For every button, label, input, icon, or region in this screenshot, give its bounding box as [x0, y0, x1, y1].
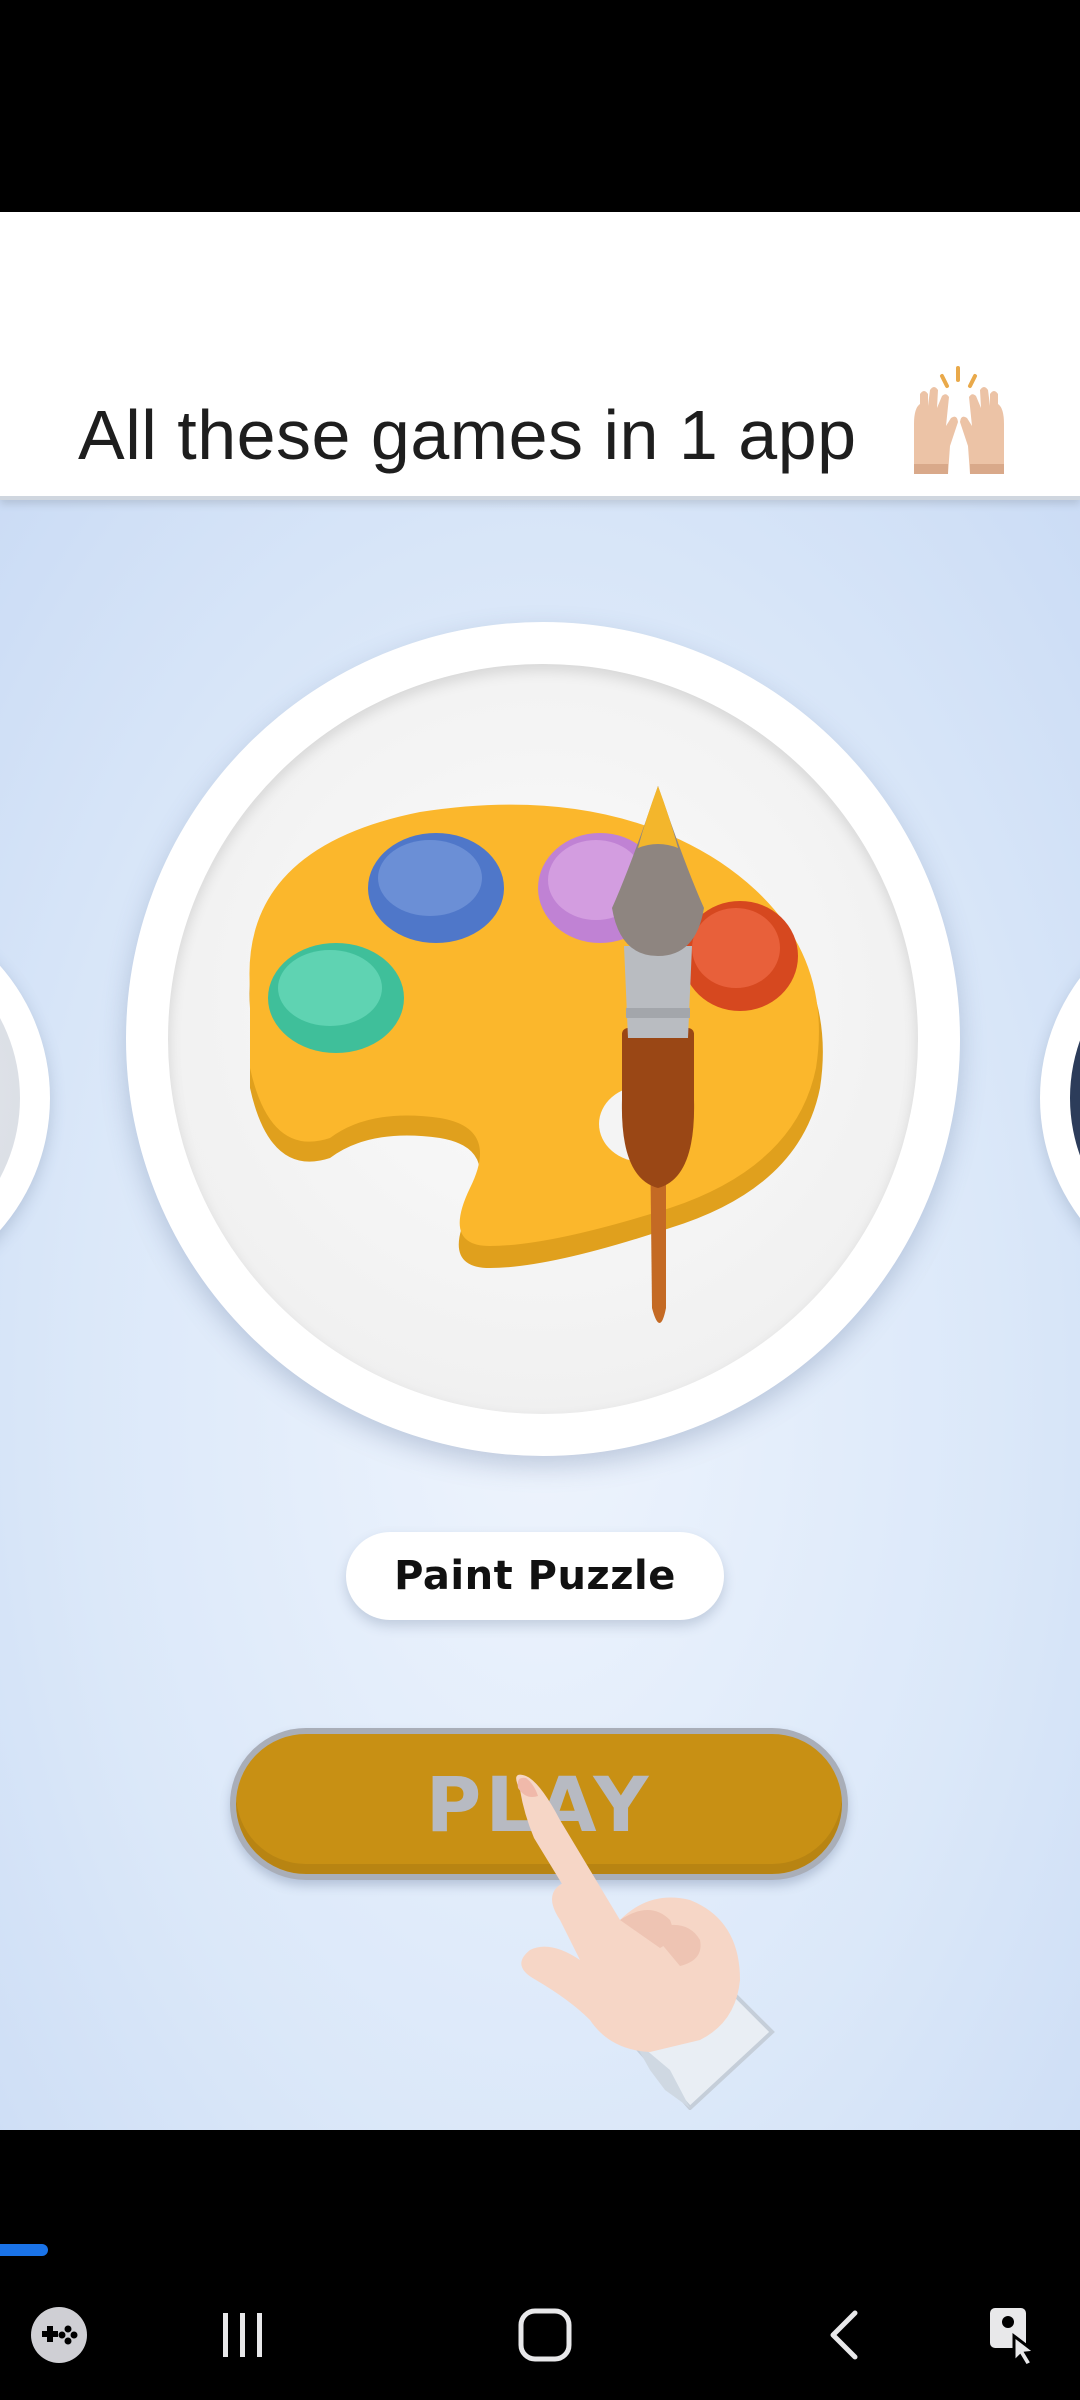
- recents-icon[interactable]: [198, 2290, 288, 2380]
- back-icon[interactable]: [800, 2290, 890, 2380]
- status-bar-area: [0, 0, 1080, 212]
- pointing-hand-icon: [516, 1774, 775, 2110]
- game-name-badge: Paint Puzzle: [346, 1532, 724, 1620]
- accessibility-icon[interactable]: [970, 2290, 1060, 2380]
- headline: All these games in 1 app: [78, 396, 857, 474]
- home-icon[interactable]: [500, 2290, 590, 2380]
- previous-game-thumbnail: [0, 928, 20, 1268]
- header: All these games in 1 app: [0, 212, 1080, 500]
- next-game-card[interactable]: [1040, 898, 1080, 1298]
- next-game-thumbnail: [1070, 928, 1080, 1268]
- progress-indicator: [0, 2244, 48, 2256]
- previous-game-card[interactable]: [0, 898, 50, 1298]
- game-tools-icon[interactable]: [14, 2290, 104, 2380]
- raising-hands-icon: [914, 366, 1004, 474]
- paint-palette-icon: [249, 786, 823, 1323]
- game-name: Paint Puzzle: [394, 1553, 676, 1599]
- game-carousel[interactable]: Paint Puzzle PLAY: [0, 500, 1080, 2130]
